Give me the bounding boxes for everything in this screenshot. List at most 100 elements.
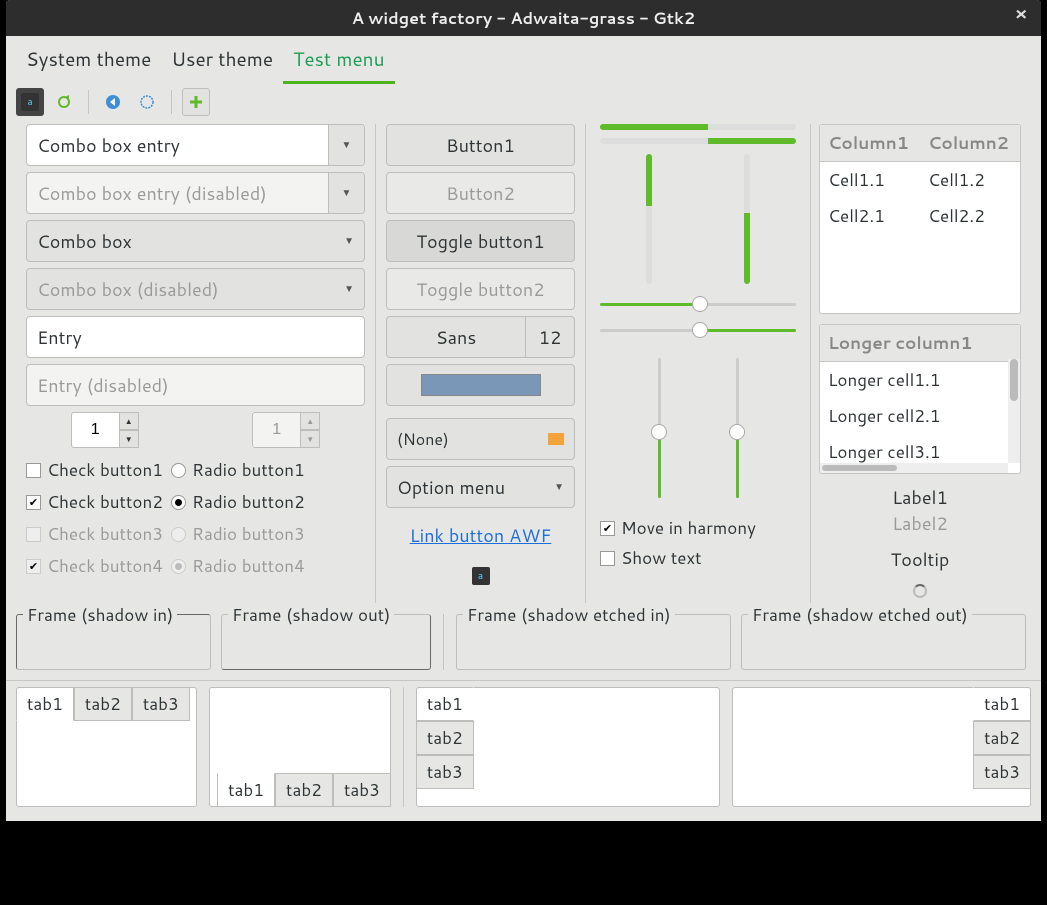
option-menu-label: Option menu (397, 474, 505, 500)
globe-icon[interactable] (133, 88, 161, 116)
spin-down-icon: ▼ (300, 430, 320, 448)
frame-shadow-etched-out: Frame (shadow etched out) (741, 614, 1026, 670)
tab-left-3[interactable]: tab3 (416, 755, 474, 789)
column-header-2[interactable]: Column2 (920, 125, 1020, 161)
combo-box[interactable]: Combo box ▼ (26, 220, 365, 262)
check-button-2[interactable]: Check button2 (26, 490, 163, 514)
tree-view-1[interactable]: Column1 Column2 Cell1.1 Cell1.2 Cell2.1 … (819, 124, 1021, 314)
spin-value-2 (252, 412, 300, 448)
link-button[interactable]: Link button AWF (386, 514, 575, 556)
chevron-down-icon[interactable]: ▼ (328, 125, 364, 165)
awf-icon[interactable]: a (16, 88, 44, 116)
close-icon[interactable]: × (1011, 5, 1031, 25)
notebook-bottom[interactable]: tab1 tab2 tab3 (209, 687, 390, 807)
button-2: Button2 (386, 172, 575, 214)
titlebar[interactable]: A widget factory - Adwaita-grass - Gtk2 … (6, 0, 1041, 36)
color-button[interactable] (386, 364, 575, 406)
check-button-3: Check button3 (26, 522, 163, 546)
separator (403, 687, 404, 807)
frames-row: Frame (shadow in) Frame (shadow out) Fra… (6, 614, 1041, 680)
menubar: System theme User theme Test menu (6, 36, 1041, 84)
table-row[interactable]: Cell2.1 Cell2.2 (820, 198, 1020, 234)
menu-test-menu[interactable]: Test menu (283, 40, 394, 84)
label-1: Label1 (819, 484, 1021, 510)
combo-box-entry[interactable]: Combo box entry ▼ (26, 124, 365, 166)
entry-field[interactable]: Entry (26, 316, 365, 358)
window-title: A widget factory - Adwaita-grass - Gtk2 (352, 7, 695, 30)
combo-box-disabled: Combo box (disabled) ▼ (26, 268, 365, 310)
column-trees: Column1 Column2 Cell1.1 Cell1.2 Cell2.1 … (811, 124, 1031, 604)
tab-bottom-3[interactable]: tab3 (333, 773, 391, 807)
combo-entry-text[interactable]: Combo box entry (27, 132, 328, 158)
notebook-top[interactable]: tab1 tab2 tab3 (16, 687, 197, 807)
file-chooser-label: (None) (397, 428, 449, 451)
frame-shadow-out: Frame (shadow out) (221, 614, 431, 670)
progress-bar-1 (600, 124, 796, 130)
progress-bar-2 (600, 138, 796, 144)
vslider-2[interactable] (727, 358, 747, 498)
table-row[interactable]: Longer cell1.1 (820, 362, 1020, 398)
column-inputs: Combo box entry ▼ Combo box entry (disab… (16, 124, 376, 604)
menu-system-theme[interactable]: System theme (16, 40, 161, 84)
table-row[interactable]: Longer cell2.1 (820, 398, 1020, 434)
combo-text: Combo box (37, 228, 132, 254)
scrollbar-horizontal[interactable] (820, 463, 1008, 473)
back-icon[interactable] (99, 88, 127, 116)
notebooks-row: tab1 tab2 tab3 tab1 tab2 tab3 tab1 tab2 … (6, 680, 1041, 821)
tab-right-1[interactable]: tab1 (973, 687, 1031, 721)
scrollbar-vertical[interactable] (1008, 359, 1020, 463)
check-button-1[interactable]: Check button1 (26, 458, 163, 482)
toggle-button-2: Toggle button2 (386, 268, 575, 310)
button-1[interactable]: Button1 (386, 124, 575, 166)
spin-up-icon[interactable]: ▲ (119, 412, 139, 430)
tab-bottom-1[interactable]: tab1 (217, 773, 275, 807)
check-button-4: Check button4 (26, 554, 163, 578)
file-chooser-button[interactable]: (None) (386, 418, 575, 460)
combo-entry-disabled-text: Combo box entry (disabled) (27, 180, 328, 206)
hslider-1[interactable] (600, 294, 796, 314)
radio-button-1[interactable]: Radio button1 (171, 458, 305, 482)
showtext-checkbox[interactable]: Show text (600, 546, 796, 570)
awf-small-icon: a (386, 562, 575, 585)
font-size-button[interactable]: 12 (525, 316, 575, 358)
tab-left-2[interactable]: tab2 (416, 721, 474, 755)
tab-top-3[interactable]: tab3 (132, 687, 190, 721)
harmony-checkbox[interactable]: Move in harmony (600, 516, 796, 540)
spin-up-icon: ▲ (300, 412, 320, 430)
hslider-2[interactable] (600, 320, 796, 340)
column-ranges: Move in harmony Show text (586, 124, 811, 604)
tab-top-2[interactable]: tab2 (74, 687, 132, 721)
radio-button-2[interactable]: Radio button2 (171, 490, 305, 514)
toggle-button-1[interactable]: Toggle button1 (386, 220, 575, 262)
long-column-header[interactable]: Longer column1 (820, 325, 1020, 361)
option-menu[interactable]: Option menu ▼ (386, 466, 575, 508)
add-icon[interactable] (182, 88, 210, 116)
column-header-1[interactable]: Column1 (820, 125, 920, 161)
entry-field-disabled: Entry (disabled) (26, 364, 365, 406)
tab-bottom-2[interactable]: tab2 (275, 773, 333, 807)
refresh-icon[interactable] (50, 88, 78, 116)
frame-shadow-in: Frame (shadow in) (16, 614, 211, 670)
spin-value-1[interactable] (71, 412, 119, 448)
vslider-1[interactable] (649, 358, 669, 498)
chevron-down-icon: ▼ (328, 173, 364, 213)
table-row[interactable]: Cell1.1 Cell1.2 (820, 162, 1020, 198)
frame-shadow-etched-in: Frame (shadow etched in) (456, 614, 731, 670)
font-name-button[interactable]: Sans (386, 316, 525, 358)
tab-right-3[interactable]: tab3 (973, 755, 1031, 789)
tab-top-1[interactable]: tab1 (16, 687, 74, 721)
spin-button-1[interactable]: ▲▼ (71, 412, 139, 448)
radio-button-3: Radio button3 (171, 522, 305, 546)
tab-left-1[interactable]: tab1 (416, 687, 474, 721)
spin-down-icon[interactable]: ▼ (119, 430, 139, 448)
separator (443, 614, 444, 670)
spin-button-2: ▲▼ (252, 412, 320, 448)
notebook-left[interactable]: tab1 tab2 tab3 (416, 687, 720, 807)
chevron-down-icon: ▼ (344, 282, 354, 296)
notebook-right[interactable]: tab1 tab2 tab3 (732, 687, 1031, 807)
tree-view-2[interactable]: Longer column1 Longer cell1.1 Longer cel… (819, 324, 1021, 474)
tab-right-2[interactable]: tab2 (973, 721, 1031, 755)
menu-user-theme[interactable]: User theme (161, 40, 283, 84)
vprogress-1 (646, 154, 652, 284)
combo-box-entry-disabled: Combo box entry (disabled) ▼ (26, 172, 365, 214)
